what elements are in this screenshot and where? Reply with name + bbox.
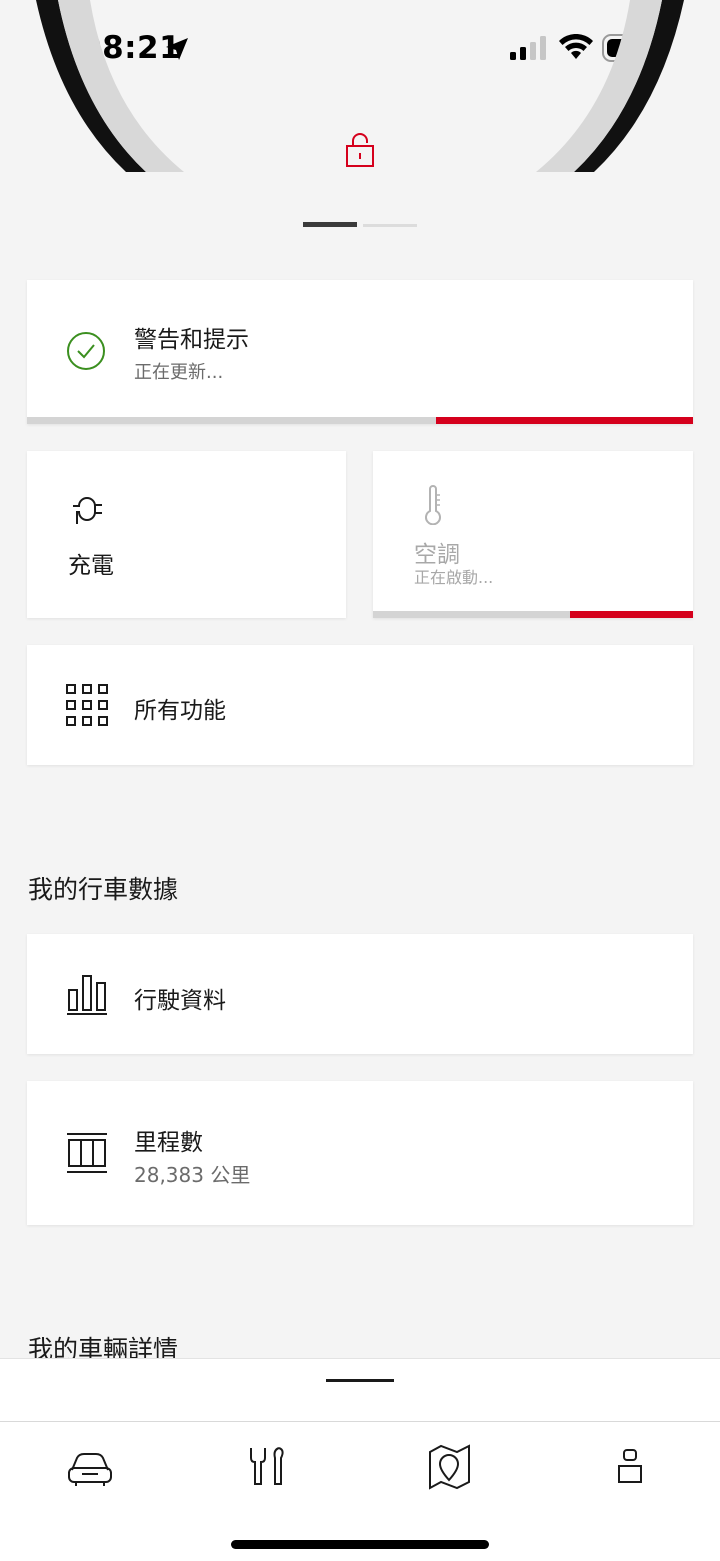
mileage-value: 28,383 公里 (134, 1163, 251, 1187)
warnings-card[interactable]: 警告和提示 正在更新... (27, 280, 693, 424)
warnings-status: 正在更新... (134, 362, 224, 383)
mileage-card[interactable]: 里程數 28,383 公里 (27, 1081, 693, 1225)
climate-card[interactable]: 空調 正在啟動... (373, 451, 693, 618)
charging-plug-icon (73, 497, 102, 524)
climate-status: 正在啟動... (414, 568, 494, 587)
home-indicator[interactable] (231, 1540, 489, 1549)
charging-title: 充電 (68, 553, 114, 579)
trip-data-title: 行駛資料 (134, 988, 226, 1014)
car-icon[interactable] (60, 1442, 120, 1490)
climate-progress-bar (373, 611, 693, 618)
tools-icon[interactable] (239, 1442, 299, 1490)
all-functions-title: 所有功能 (134, 698, 226, 724)
profile-icon[interactable] (600, 1442, 660, 1490)
trip-data-card[interactable]: 行駛資料 (27, 934, 693, 1054)
pager-dot[interactable] (363, 224, 417, 227)
tab-bar (0, 1421, 720, 1561)
warnings-progress-fill (436, 417, 693, 424)
bar-chart-icon (67, 975, 107, 1015)
all-functions-card[interactable]: 所有功能 (27, 645, 693, 765)
warnings-title: 警告和提示 (134, 327, 249, 353)
pager-dot-active[interactable] (303, 222, 357, 227)
mileage-title: 里程數 (134, 1130, 203, 1156)
sheet-drag-handle[interactable] (326, 1379, 394, 1382)
grid-icon (66, 684, 108, 726)
trip-section-title: 我的行車數據 (28, 875, 179, 904)
unlocked-padlock-icon[interactable] (344, 132, 376, 168)
map-pin-icon[interactable] (419, 1442, 479, 1490)
thermometer-icon (425, 485, 441, 525)
odometer-icon (67, 1133, 107, 1173)
bottom-sheet[interactable] (0, 1358, 720, 1422)
charging-card[interactable]: 充電 (27, 451, 346, 618)
warnings-progress-bar (27, 417, 693, 424)
check-circle-icon (67, 332, 105, 370)
climate-progress-fill (570, 611, 693, 618)
